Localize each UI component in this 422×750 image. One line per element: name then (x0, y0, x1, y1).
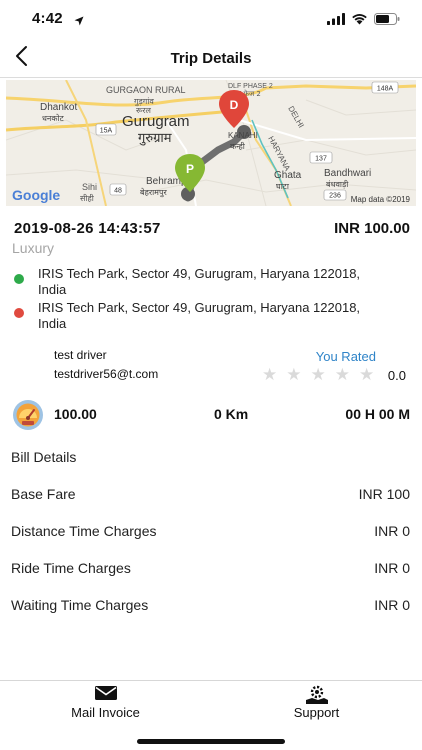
svg-text:D: D (230, 98, 239, 112)
route-shield-15a: 15A (95, 123, 117, 136)
bill-row-label: Ride Time Charges (11, 560, 131, 576)
map-label-behrampur-hi: बेहरामपुर (140, 187, 167, 198)
envelope-icon (0, 685, 211, 701)
svg-text:137: 137 (315, 156, 327, 163)
location-arrow-icon (74, 13, 84, 31)
pickup-address-row: IRIS Tech Park, Sector 49, Gurugram, Har… (14, 266, 374, 298)
status-time: 4:42 (32, 10, 63, 27)
drop-address: IRIS Tech Park, Sector 49, Gurugram, Har… (38, 300, 361, 331)
star-icon: ★ (310, 365, 326, 384)
meter-fare: 100.00 (54, 406, 97, 422)
route-shield-236: 236 (323, 189, 347, 201)
bill-row-label: Distance Time Charges (11, 523, 157, 539)
route-shield-137: 137 (309, 151, 333, 164)
signal-icon (327, 12, 345, 30)
star-icon: ★ (359, 365, 375, 384)
route-shield-48: 48 (109, 183, 127, 196)
trip-datetime: 2019-08-26 14:43:57 (14, 220, 161, 237)
meter-distance: 0 Km (214, 406, 249, 422)
vehicle-type: Luxury (12, 240, 55, 256)
bill-row-base-fare: Base Fare INR 100 (11, 486, 410, 506)
svg-text:48: 48 (114, 188, 122, 195)
meter-duration: 00 H 00 M (345, 406, 410, 422)
map-label-kanahi: KANAHI (228, 131, 258, 140)
support-gear-hand-icon (211, 685, 422, 705)
rating-stars: ★ ★ ★ ★ ★ (262, 365, 374, 385)
fare-meter-icon (10, 399, 46, 431)
bill-row-value: INR 100 (358, 486, 410, 502)
wifi-icon (351, 12, 368, 30)
pickup-address: IRIS Tech Park, Sector 49, Gurugram, Har… (38, 266, 361, 297)
trip-route-map[interactable]: GURGAON RURAL गुड़गांव रूरल Dhankot धनको… (6, 80, 416, 206)
home-indicator (137, 739, 285, 744)
map-label-sihi-hi: सीही (80, 193, 95, 203)
pickup-dot-icon (14, 274, 24, 284)
trip-amount: INR 100.00 (334, 220, 410, 237)
map-label-gurugram: Gurugram (122, 113, 190, 130)
star-icon: ★ (286, 365, 302, 384)
svg-text:236: 236 (329, 193, 341, 200)
map-label-dhankot-hi: धनकोट (42, 113, 65, 123)
star-icon: ★ (262, 365, 278, 384)
map-label-gurgaon-rural: GURGAON RURAL (106, 85, 186, 95)
svg-text:148A: 148A (377, 86, 394, 93)
map-label-bandhwari: Bandhwari (324, 168, 371, 179)
mail-invoice-label: Mail Invoice (71, 705, 140, 720)
bill-row-ride-time-charges: Ride Time Charges INR 0 (11, 560, 410, 580)
bill-details-title: Bill Details (11, 449, 77, 465)
svg-text:15A: 15A (100, 128, 113, 135)
page-title: Trip Details (170, 50, 252, 67)
status-bar: 4:42 (0, 0, 422, 38)
star-icon: ★ (334, 365, 350, 384)
map-label-ghata: Ghata (274, 170, 302, 181)
map-label-bandhwari-hi: बंधवाड़ी (326, 179, 349, 189)
driver-name: test driver (54, 348, 107, 362)
route-shield-148a: 148A (371, 81, 399, 94)
bill-row-waiting-time-charges: Waiting Time Charges INR 0 (11, 597, 410, 617)
bill-row-value: INR 0 (374, 597, 410, 613)
map-label-dlf-phase2: DLF PHASE 2 (228, 83, 273, 90)
map-label-sihi: Sihi (82, 182, 97, 192)
navigation-bar: Trip Details (0, 38, 422, 78)
bill-row-label: Waiting Time Charges (11, 597, 149, 613)
mail-invoice-button[interactable]: Mail Invoice (0, 681, 211, 729)
map-label-kanahi-hi: कन्ही (230, 141, 246, 151)
bill-row-value: INR 0 (374, 560, 410, 576)
rating-value: 0.0 (387, 368, 406, 383)
support-button[interactable]: Support (211, 681, 422, 729)
bill-row-label: Base Fare (11, 486, 76, 502)
battery-icon (374, 12, 400, 30)
map-attribution: Map data ©2019 (351, 195, 411, 204)
map-label-ghata-hi: घाटा (276, 182, 290, 191)
support-label: Support (293, 705, 340, 720)
bill-row-distance-time-charges: Distance Time Charges INR 0 (11, 523, 410, 543)
svg-text:P: P (186, 162, 194, 176)
drop-address-row: IRIS Tech Park, Sector 49, Gurugram, Har… (14, 300, 374, 332)
you-rated-label: You Rated (315, 349, 376, 364)
driver-email: testdriver56@t.com (54, 367, 159, 381)
bill-row-value: INR 0 (374, 523, 410, 539)
map-label-gurugram-hi: गुरुग्राम (138, 131, 172, 146)
drop-dot-icon (14, 308, 24, 318)
map-label-dhankot: Dhankot (40, 102, 77, 113)
google-logo: Google (12, 187, 60, 203)
